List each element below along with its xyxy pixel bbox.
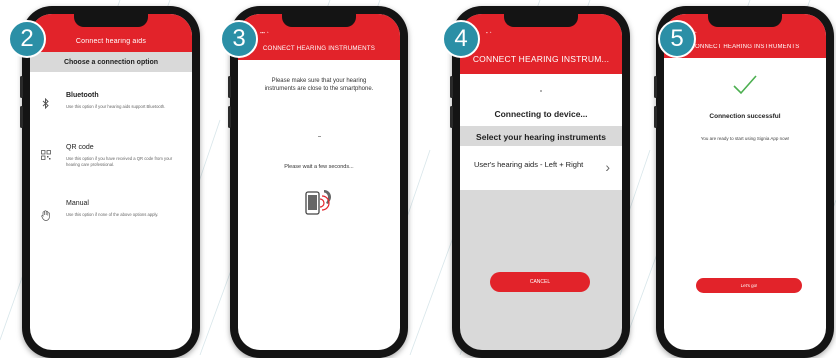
connecting-text: Connecting to device... [494, 109, 588, 119]
option-description: Use this option if none of the above opt… [66, 212, 159, 217]
qr-code-icon [40, 150, 52, 162]
header-title: CONNECT HEARING INSTRUM... [472, 54, 610, 64]
wait-text: Please wait a few seconds... [284, 164, 354, 170]
device-list-item[interactable]: User's hearing aids - Left + Right › [460, 146, 622, 190]
option-bluetooth[interactable]: Bluetooth Use this option if your hearin… [30, 90, 192, 130]
phone-step-2: Connect hearing aids Choose a connection… [20, 6, 200, 358]
loading-dot [318, 136, 321, 137]
device-name: User's hearing aids - Left + Right [474, 160, 584, 169]
select-title: Select your hearing instruments [476, 132, 606, 142]
checkmark-icon [732, 74, 758, 96]
phone-notch [74, 14, 148, 27]
connecting-area: Connecting to device... [460, 74, 622, 126]
option-label: Bluetooth [66, 92, 99, 99]
instruction-text: Please make sure that your hearing instr… [264, 78, 374, 92]
success-text: You are ready to start using Signia App … [700, 136, 790, 141]
bluetooth-icon [40, 97, 52, 110]
option-label: QR code [66, 144, 94, 151]
phone-notch [504, 14, 578, 27]
success-title: Connection successful [709, 113, 781, 120]
step-badge-3: 3 [220, 20, 258, 58]
lets-go-button[interactable]: Let's go! [696, 278, 802, 293]
status-bar: ▪ ◔ [486, 30, 492, 35]
hand-icon [40, 210, 52, 222]
header-title: Connect hearing aids [75, 38, 147, 45]
phone-step-3: ▪▪▪ ◔ ‹ CONNECT HEARING INSTRUMENTS Plea… [228, 6, 408, 358]
choose-option-label: Choose a connection option [63, 59, 159, 66]
phone-notch [282, 14, 356, 27]
option-description: Use this option if you have received a Q… [66, 156, 173, 167]
loading-dot [540, 90, 542, 92]
option-description: Use this option if your hearing aids sup… [66, 104, 166, 109]
cancel-button[interactable]: CANCEL [490, 272, 590, 292]
chevron-right-icon: › [605, 159, 610, 175]
status-bar: ▪▪▪ ◔ [260, 30, 269, 35]
option-manual[interactable]: Manual Use this option if none of the ab… [30, 198, 192, 238]
phone-step-4: ▪ ◔ CONNECT HEARING INSTRUM... Connectin… [450, 6, 630, 358]
step-badge-4: 4 [442, 20, 480, 58]
screen-step-3: ▪▪▪ ◔ ‹ CONNECT HEARING INSTRUMENTS Plea… [238, 14, 400, 350]
screen-step-5: ▪▪▪ ◔ ‹ CONNECT HEARING INSTRUMENTS Conn… [664, 14, 826, 350]
phone-hearing-aid-icon [300, 182, 340, 222]
step-badge-5: 5 [658, 20, 696, 58]
phone-step-5: ▪▪▪ ◔ ‹ CONNECT HEARING INSTRUMENTS Conn… [654, 6, 834, 358]
option-label: Manual [66, 200, 89, 207]
screen-step-2: Connect hearing aids Choose a connection… [30, 14, 192, 350]
screen-step-4: ▪ ◔ CONNECT HEARING INSTRUM... Connectin… [460, 14, 622, 350]
option-qr-code[interactable]: QR code Use this option if you have rece… [30, 142, 192, 182]
step-badge-2: 2 [8, 20, 46, 58]
header-title: CONNECT HEARING INSTRUMENTS [262, 45, 376, 52]
phone-notch [708, 14, 782, 27]
